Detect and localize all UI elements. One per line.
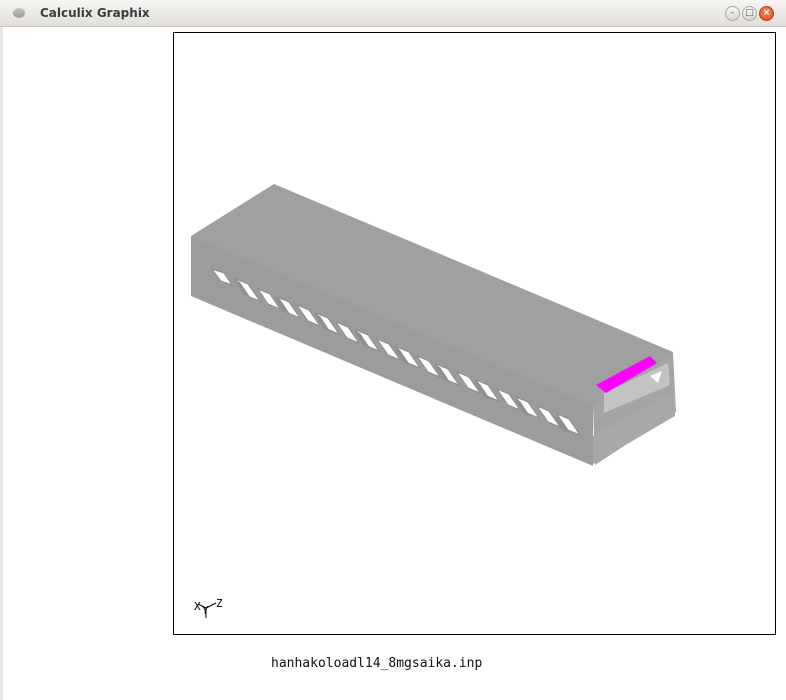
window-menu-icon[interactable] bbox=[13, 8, 25, 18]
axis-z-label: Z bbox=[216, 597, 223, 610]
calculix-window: Calculix Graphix – □ × X Y Z hanhakoload… bbox=[0, 0, 786, 700]
axis-triad: X Y Z bbox=[194, 597, 223, 618]
minimize-button[interactable]: – bbox=[725, 6, 740, 21]
window-title: Calculix Graphix bbox=[40, 6, 150, 20]
window-left-border bbox=[0, 27, 3, 700]
axis-x-label: X bbox=[194, 600, 201, 613]
close-button[interactable]: × bbox=[759, 6, 774, 21]
title-bar[interactable]: Calculix Graphix – □ × bbox=[0, 0, 786, 27]
graphics-viewport[interactable]: X Y Z bbox=[173, 32, 776, 635]
maximize-button[interactable]: □ bbox=[742, 6, 757, 21]
loaded-file-label: hanhakoloadl14_8mgsaika.inp bbox=[271, 656, 483, 671]
model-canvas[interactable]: X Y Z bbox=[174, 33, 775, 634]
